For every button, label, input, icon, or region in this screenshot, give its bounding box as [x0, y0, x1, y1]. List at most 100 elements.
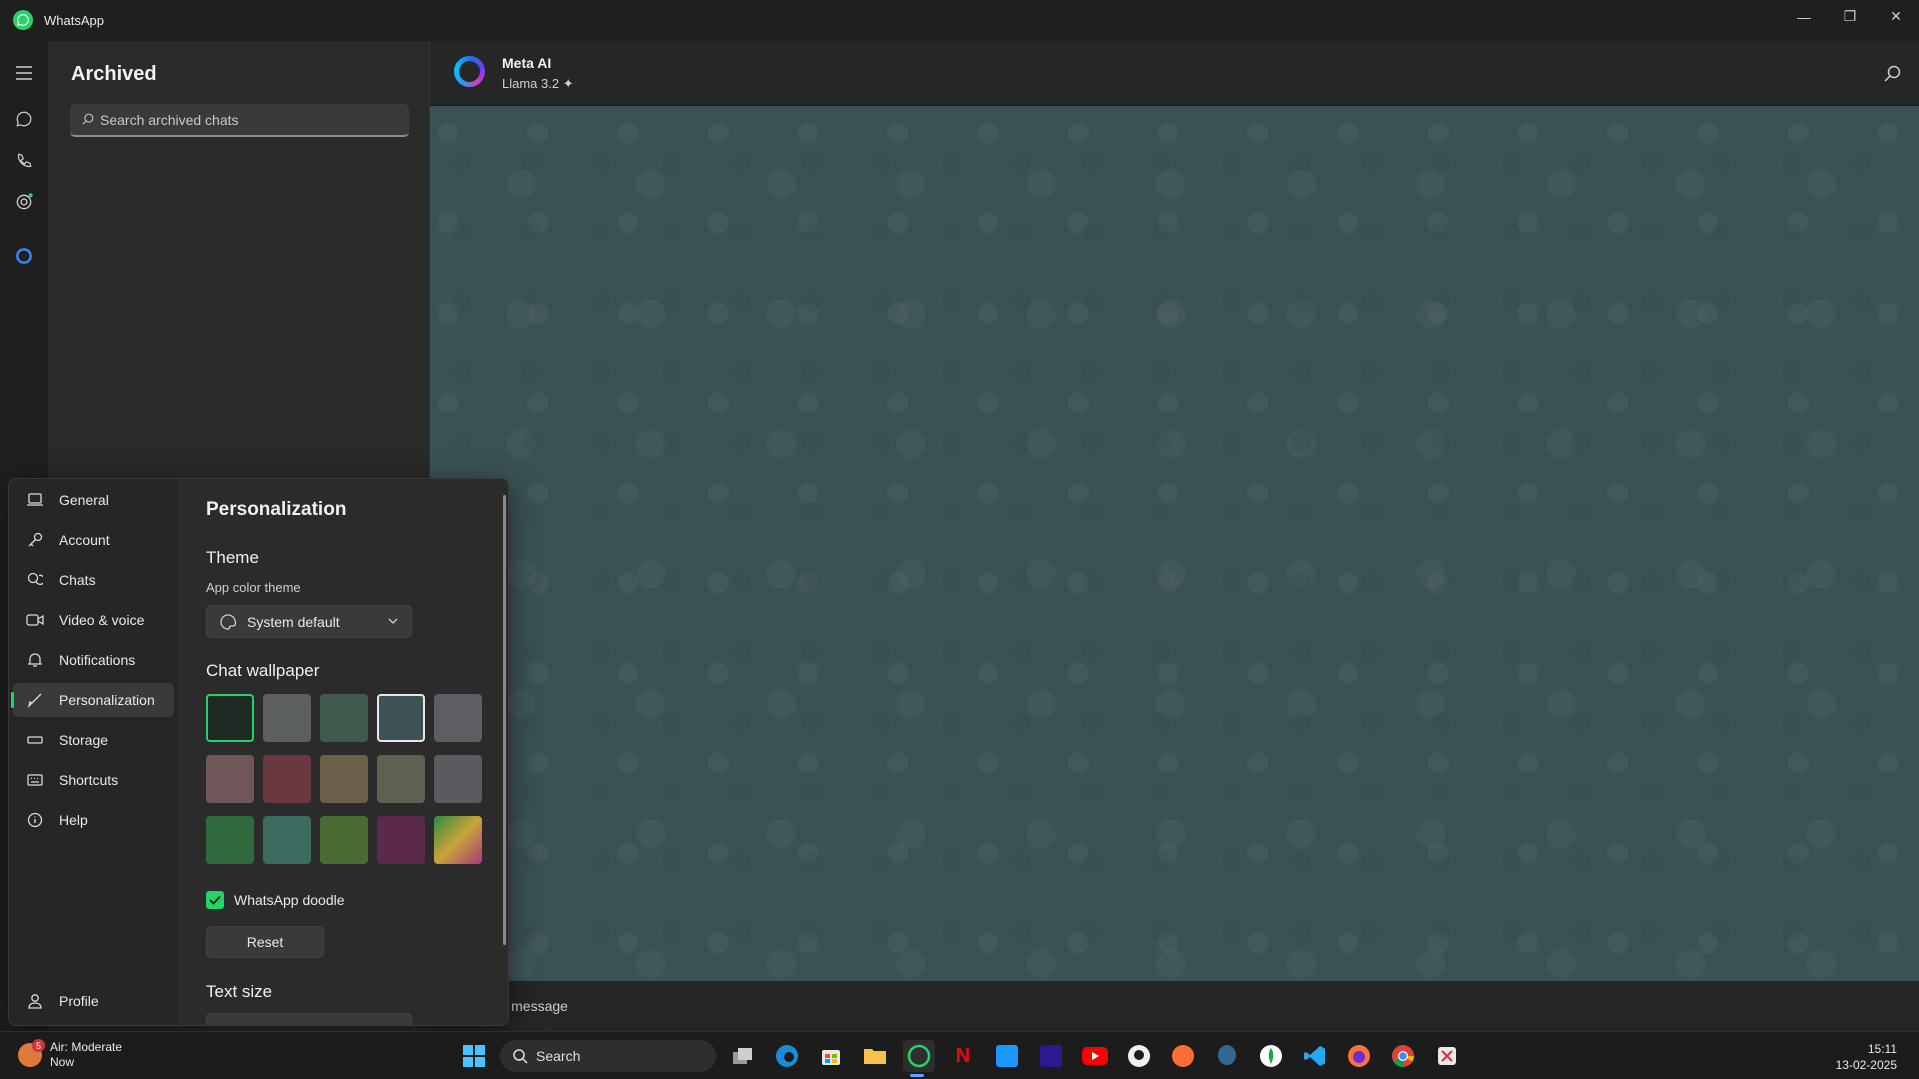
doodle-label: WhatsApp doodle — [234, 892, 345, 908]
postman-icon[interactable] — [1167, 1040, 1199, 1072]
edge-icon[interactable] — [771, 1040, 803, 1072]
settings-nav-personalization[interactable]: Personalization — [11, 683, 174, 717]
windows-start-icon[interactable] — [458, 1040, 490, 1072]
chrome-icon[interactable] — [1387, 1040, 1419, 1072]
status-icon[interactable] — [12, 190, 36, 214]
firefox-icon[interactable] — [1343, 1040, 1375, 1072]
wallpaper-swatch[interactable] — [263, 694, 311, 742]
theme-dropdown[interactable]: System default — [206, 605, 412, 638]
postgres-icon[interactable] — [1211, 1040, 1243, 1072]
store-icon[interactable] — [815, 1040, 847, 1072]
search-icon — [513, 1049, 528, 1064]
video-icon — [25, 610, 45, 630]
active-indicator — [11, 692, 14, 708]
weather-sub: Now — [50, 1055, 75, 1069]
clock-date: 13-02-2025 — [1835, 1058, 1897, 1072]
prime-video-icon[interactable] — [991, 1040, 1023, 1072]
vscode-icon[interactable] — [1299, 1040, 1331, 1072]
search-icon — [82, 113, 94, 125]
archived-search-input[interactable] — [100, 104, 400, 135]
snipping-tool-icon[interactable] — [1431, 1040, 1463, 1072]
meta-ai-icon[interactable] — [12, 244, 36, 268]
minimize-button[interactable]: — — [1781, 0, 1827, 33]
chat-header[interactable]: Meta AI Llama 3.2 ✦ — [430, 41, 1919, 106]
chat-search-icon[interactable] — [1883, 63, 1903, 83]
doodle-checkbox[interactable] — [206, 891, 224, 909]
settings-nav-account[interactable]: Account — [13, 523, 174, 557]
doodle-checkbox-row[interactable]: WhatsApp doodle — [206, 891, 345, 909]
reset-button[interactable]: Reset — [206, 926, 324, 958]
app-title: WhatsApp — [44, 13, 104, 28]
file-explorer-icon[interactable] — [859, 1040, 891, 1072]
archived-title: Archived — [71, 63, 157, 85]
weather-title: Air: Moderate — [50, 1040, 123, 1054]
chats-icon[interactable] — [12, 107, 36, 131]
weather-badge: 5 — [32, 1039, 45, 1052]
page-title: Personalization — [206, 499, 347, 520]
settings-content: Personalization Theme App color theme Sy… — [178, 479, 508, 1025]
settings-nav-video-voice[interactable]: Video & voice — [13, 603, 174, 637]
storage-icon — [25, 730, 45, 750]
keyboard-icon — [25, 770, 45, 790]
chat-bubbles-icon — [25, 570, 45, 590]
wallpaper-swatch[interactable] — [434, 755, 482, 803]
wallpaper-swatch[interactable] — [320, 816, 368, 864]
settings-nav: General Account Chats Video & voice Noti… — [9, 479, 178, 1025]
text-size-heading: Text size — [206, 982, 273, 1001]
wallpaper-swatch[interactable] — [434, 694, 482, 742]
wallpaper-swatch[interactable] — [377, 755, 425, 803]
settings-nav-notifications[interactable]: Notifications — [13, 643, 174, 677]
settings-scrollbar[interactable] — [503, 495, 506, 945]
running-indicator — [910, 1074, 924, 1077]
theme-label: App color theme — [206, 580, 301, 595]
settings-nav-storage[interactable]: Storage — [13, 723, 174, 757]
wallpaper-swatch[interactable] — [377, 694, 425, 742]
wallpaper-swatch[interactable] — [263, 755, 311, 803]
settings-nav-chats[interactable]: Chats — [13, 563, 174, 597]
wallpaper-swatch[interactable] — [263, 816, 311, 864]
menu-icon[interactable] — [12, 61, 36, 85]
compose-bar — [430, 981, 1919, 1031]
restore-button[interactable]: ❐ — [1827, 0, 1873, 33]
settings-nav-profile[interactable]: Profile — [13, 984, 174, 1018]
task-view-icon[interactable] — [727, 1040, 759, 1072]
wallpaper-swatch[interactable] — [434, 816, 482, 864]
title-bar: WhatsApp — ❐ ✕ — [0, 0, 1919, 41]
youtube-icon[interactable] — [1079, 1040, 1111, 1072]
close-button[interactable]: ✕ — [1873, 0, 1919, 33]
weather-widget[interactable]: 5 Air: Moderate Now — [18, 1039, 123, 1070]
wallpaper-swatch[interactable] — [206, 694, 254, 742]
wallpaper-swatch[interactable] — [320, 694, 368, 742]
chat-wallpaper — [430, 106, 1919, 981]
chat-subtitle: Llama 3.2 ✦ — [502, 76, 574, 91]
settings-nav-shortcuts[interactable]: Shortcuts — [13, 763, 174, 797]
mongodb-compass-icon[interactable] — [1255, 1040, 1287, 1072]
settings-nav-help[interactable]: Help — [13, 803, 174, 837]
meta-ai-avatar[interactable] — [454, 56, 485, 87]
bell-icon — [25, 650, 45, 670]
chat-name[interactable]: Meta AI — [502, 55, 551, 71]
settings-nav-general[interactable]: General — [13, 483, 174, 517]
wallpaper-heading: Chat wallpaper — [206, 661, 320, 680]
taskbar-search[interactable]: Search — [500, 1040, 716, 1072]
system-clock[interactable]: 15:11 13-02-2025 — [1836, 1041, 1897, 1073]
calls-icon[interactable] — [12, 149, 36, 173]
person-icon — [25, 991, 45, 1011]
wallpaper-swatch[interactable] — [206, 816, 254, 864]
netflix-icon[interactable]: N — [947, 1040, 979, 1072]
info-icon — [25, 810, 45, 830]
archived-search-box[interactable] — [70, 104, 409, 137]
github-icon[interactable] — [1123, 1040, 1155, 1072]
taskbar: 5 Air: Moderate Now Search N 15:11 13-02… — [0, 1031, 1919, 1079]
text-size-dropdown[interactable] — [206, 1013, 412, 1025]
weather-icon: 5 — [18, 1039, 45, 1067]
wallpaper-swatch[interactable] — [320, 755, 368, 803]
whatsapp-taskbar-icon[interactable] — [903, 1040, 935, 1072]
theme-heading: Theme — [206, 548, 259, 567]
wallpaper-swatch[interactable] — [206, 755, 254, 803]
amazon-music-icon[interactable] — [1035, 1040, 1067, 1072]
palette-icon — [220, 613, 237, 630]
wallpaper-swatch[interactable] — [377, 816, 425, 864]
laptop-icon — [25, 490, 45, 510]
message-input[interactable] — [480, 991, 1080, 1021]
